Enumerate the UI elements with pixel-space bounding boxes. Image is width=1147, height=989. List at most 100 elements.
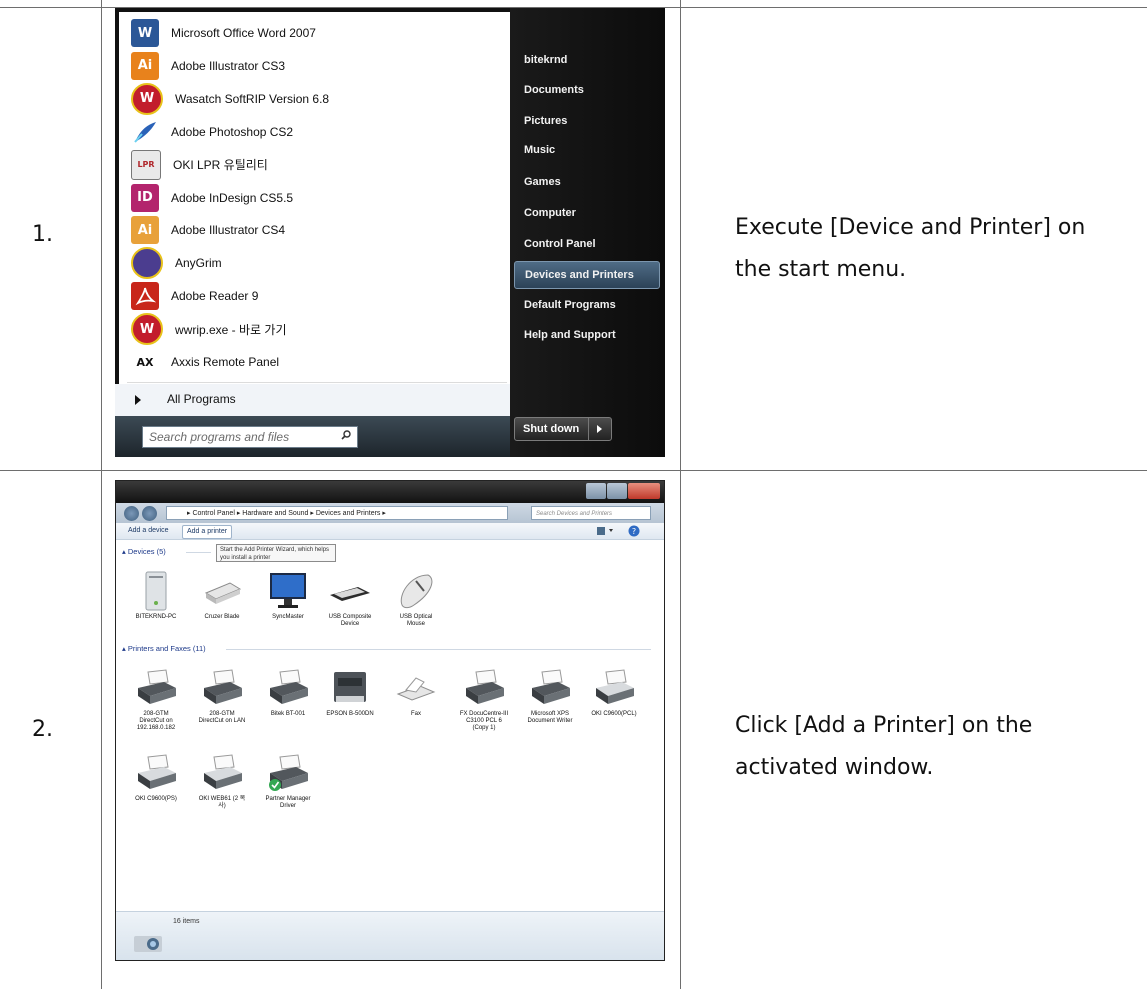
printer-light-icon — [200, 751, 244, 795]
device-tile[interactable]: Fax — [386, 666, 446, 718]
breadcrumb[interactable]: ▸ Control Panel ▸ Hardware and Sound ▸ D… — [166, 506, 508, 520]
device-tile[interactable]: SyncMaster — [258, 569, 318, 621]
start-menu-place-item[interactable]: Documents — [514, 76, 660, 104]
step-description: Click [Add a Printer] on the activated w… — [735, 705, 1032, 789]
device-label: USB Composite Device — [328, 614, 372, 627]
device-tile[interactable]: OKI C9600(PS) — [126, 751, 186, 803]
program-item[interactable]: Ai Adobe Illustrator CS4 — [131, 215, 285, 245]
device-tile[interactable]: 208-GTM DirectCut on LAN — [192, 666, 252, 725]
mouse-icon — [394, 569, 438, 613]
step-description-line: the start menu. — [735, 257, 907, 282]
device-label: SyncMaster — [272, 614, 304, 620]
printer-icon — [528, 666, 572, 710]
start-menu-place-item[interactable]: Computer — [514, 199, 660, 227]
device-tile[interactable]: Microsoft XPS Document Writer — [520, 666, 580, 725]
arrow-right-icon — [135, 395, 141, 405]
device-tile[interactable]: OKI C9600(PCL) — [584, 666, 644, 718]
start-menu-place-item[interactable]: bitekrnd — [514, 46, 660, 74]
step-number: 2. — [32, 717, 53, 742]
step-description-line: Execute [Device and Printer] on — [735, 215, 1086, 240]
program-label: Microsoft Office Word 2007 — [171, 26, 316, 40]
device-label: OKI WEB61 (2 복 사) — [198, 796, 246, 809]
program-item[interactable]: Adobe Photoshop CS2 — [131, 117, 293, 147]
start-menu-place-item[interactable]: Default Programs — [514, 291, 660, 319]
start-menu-screenshot: W Microsoft Office Word 2007 Ai Adobe Illus… — [115, 8, 665, 457]
printer-icon — [266, 666, 310, 710]
search-input[interactable]: Search programs and files — [142, 426, 358, 448]
separator — [127, 382, 507, 383]
program-item[interactable]: Ai Adobe Illustrator CS3 — [131, 51, 285, 81]
program-item[interactable]: Adobe Reader 9 — [131, 281, 258, 311]
printer-icon — [200, 666, 244, 710]
printers-group-label: Printers and Faxes (11) — [127, 644, 206, 653]
program-item[interactable]: AX Axxis Remote Panel — [131, 347, 280, 377]
view-options-icon[interactable] — [596, 526, 616, 536]
program-item[interactable]: Wwwrip.exe - 바로 가기 — [131, 313, 287, 346]
device-label: OKI C9600(PCL) — [591, 711, 637, 717]
start-menu-place-item[interactable]: Control Panel — [514, 230, 660, 258]
program-label: Adobe Illustrator CS3 — [171, 58, 286, 73]
start-menu-place-item[interactable]: Help and Support — [514, 321, 660, 349]
device-tile[interactable]: Partner Manager Driver — [258, 751, 318, 810]
help-icon[interactable]: ? — [628, 525, 640, 537]
device-tile[interactable]: 208-GTM DirectCut on 192.168.0.182 — [126, 666, 186, 732]
device-tile[interactable]: BITEKRND-PC — [126, 569, 186, 621]
add-printer-tooltip: Start the Add Printer Wizard, which help… — [216, 544, 336, 562]
anygrim-icon — [131, 247, 163, 280]
start-menu-place-item[interactable]: Devices and Printers — [514, 261, 660, 289]
device-label: Bitek BT-001 — [270, 711, 306, 717]
program-item[interactable]: W Microsoft Office Word 2007 — [131, 18, 316, 48]
minimize-button[interactable] — [586, 483, 606, 499]
devices-and-printers-screenshot: ▸ Control Panel ▸ Hardware and Sound ▸ D… — [115, 480, 665, 961]
start-menu-place-item[interactable]: Games — [514, 168, 660, 196]
device-tile[interactable]: USB Composite Device — [320, 569, 380, 628]
program-label: Adobe Illustrator CS4 — [171, 223, 286, 238]
start-menu-place-item[interactable]: Pictures — [514, 107, 660, 135]
close-button[interactable] — [628, 483, 660, 499]
device-tile[interactable]: OKI WEB61 (2 복 사) — [192, 751, 252, 810]
start-menu-place-item[interactable]: Music — [514, 136, 660, 164]
all-programs-button[interactable]: All Programs — [115, 384, 510, 416]
devices-group-header[interactable]: ▴ Devices (5) — [122, 547, 166, 556]
printer-icon — [134, 666, 178, 710]
device-tile[interactable]: EPSON B-500DN — [320, 666, 380, 718]
device-label: 208-GTM DirectCut on LAN — [198, 711, 246, 724]
usb-drive-icon — [200, 569, 244, 613]
item-count: 16 items — [173, 918, 200, 925]
group-divider — [226, 649, 651, 650]
axxis-cutter-icon: AX — [136, 355, 154, 369]
device-label: OKI C9600(PS) — [135, 796, 177, 802]
devices-group-label: Devices (5) — [127, 547, 166, 556]
program-item[interactable]: LPR OKI LPR 유틸리티 — [131, 149, 268, 180]
shutdown-label: Shut down — [523, 423, 580, 435]
status-bar: 16 items — [116, 911, 664, 960]
computer-tower-icon — [134, 569, 178, 613]
program-item[interactable]: AnyGrim — [131, 247, 222, 280]
shutdown-button[interactable]: Shut down — [514, 417, 612, 441]
step-description-line: Click [Add a Printer] on the — [735, 713, 1033, 738]
search-input[interactable]: Search Devices and Printers — [531, 506, 651, 520]
printer-default-icon — [266, 751, 310, 795]
shutdown-options-arrow-icon[interactable] — [588, 418, 611, 440]
svg-text:?: ? — [632, 527, 636, 536]
monitor-icon — [266, 569, 310, 613]
add-printer-button[interactable]: Add a printer — [182, 525, 233, 539]
printer-icon — [462, 666, 506, 710]
program-item[interactable]: W Wasatch SoftRIP Version 6.8 — [131, 82, 329, 115]
window-title-bar — [116, 481, 664, 503]
add-device-button[interactable]: Add a device — [124, 525, 172, 537]
device-tile[interactable]: FX DocuCentre-III C3100 PCL 6 (Copy 1) — [454, 666, 514, 732]
start-menu-programs-pane: W Microsoft Office Word 2007 Ai Adobe Illus… — [119, 12, 510, 384]
program-item[interactable]: ID Adobe InDesign CS5.5 — [131, 183, 293, 213]
device-tile[interactable]: Bitek BT-001 — [258, 666, 318, 718]
step-description-line: activated window. — [735, 755, 934, 780]
maximize-button[interactable] — [607, 483, 627, 499]
device-tile[interactable]: Cruzer Blade — [192, 569, 252, 621]
device-tile[interactable]: USB Optical Mouse — [386, 569, 446, 628]
printers-group-header[interactable]: ▴ Printers and Faxes (11) — [122, 644, 206, 653]
device-label: USB Optical Mouse — [399, 614, 433, 627]
device-label: Microsoft XPS Document Writer — [527, 711, 573, 724]
step-description: Execute [Device and Printer] on the star… — [735, 207, 1085, 291]
back-arrow-icon[interactable] — [124, 506, 139, 521]
forward-arrow-icon[interactable] — [142, 506, 157, 521]
